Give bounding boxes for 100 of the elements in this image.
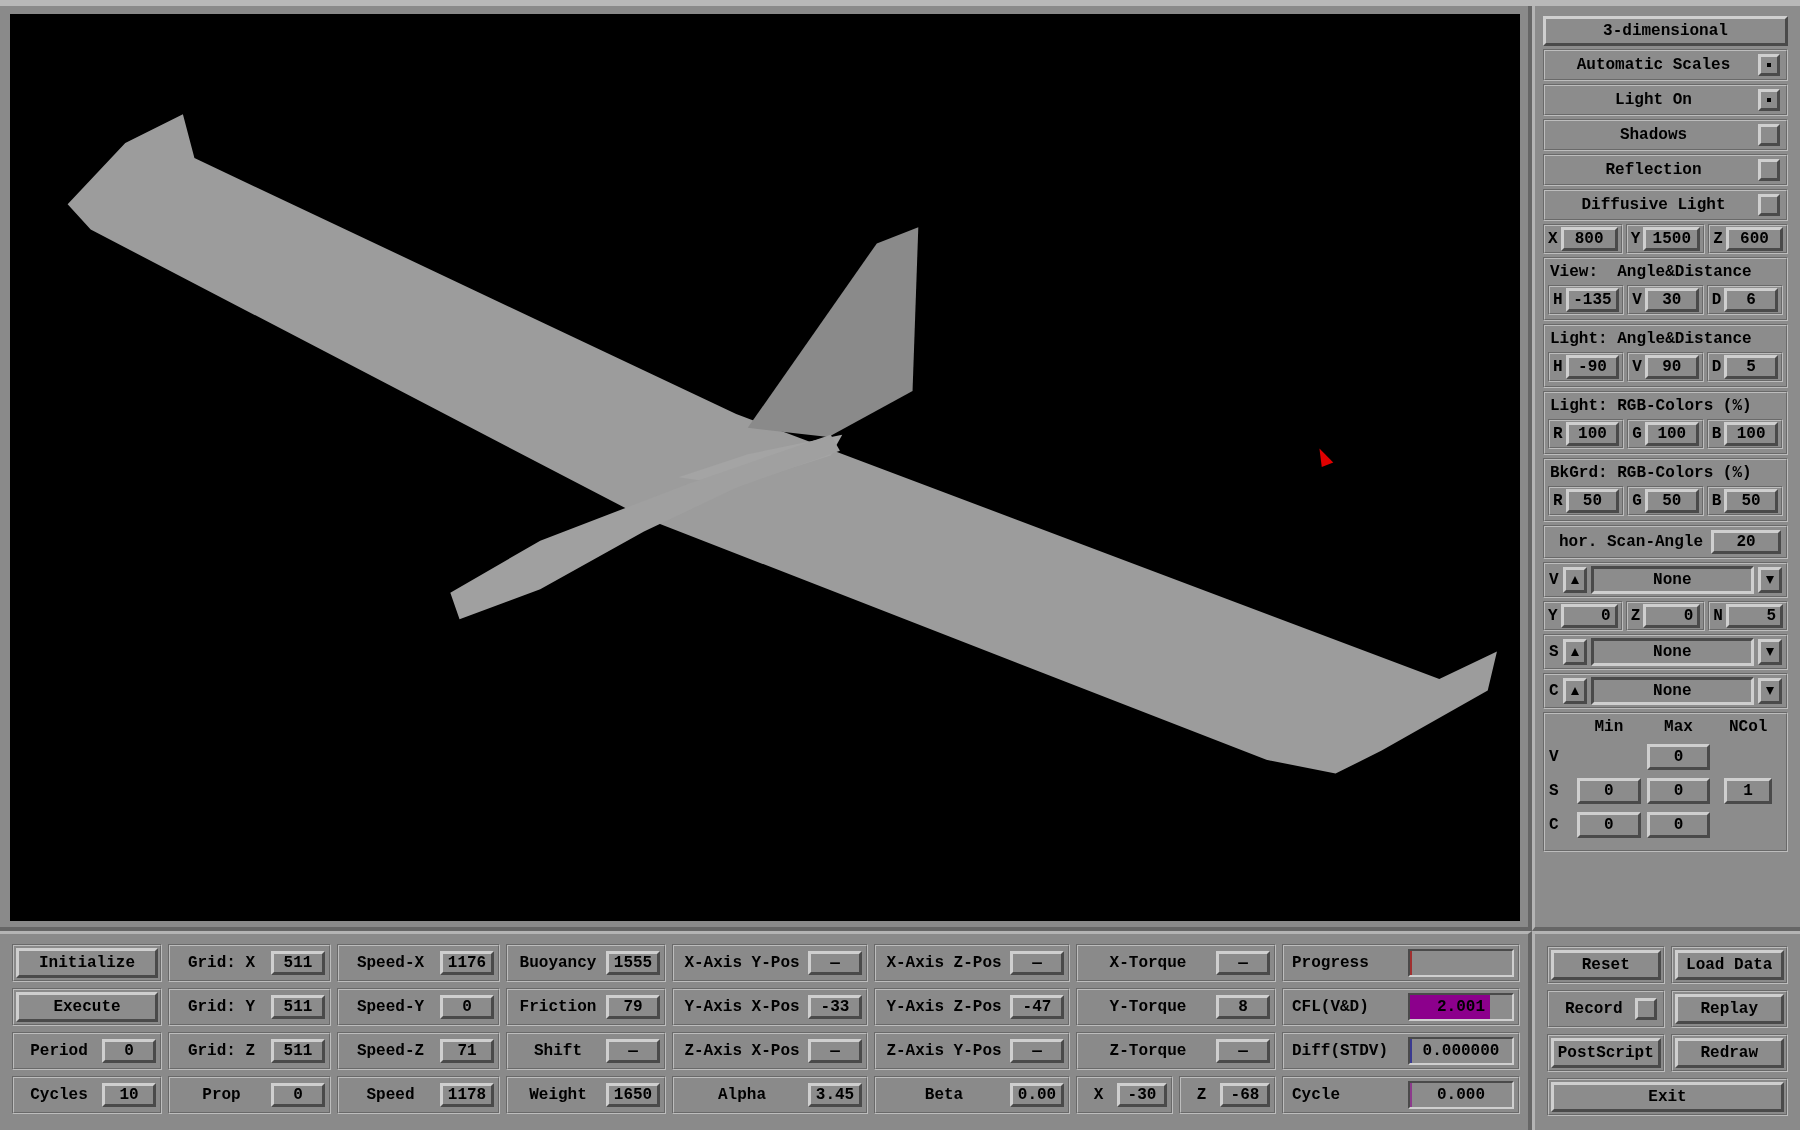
down-button[interactable] [1758,678,1782,704]
value-field[interactable]: — [606,1039,660,1064]
up-button[interactable] [1562,678,1587,704]
value-field[interactable]: 20 [1711,530,1781,554]
field-label: B [1711,425,1722,443]
value-field[interactable]: 3.45 [808,1083,862,1108]
3d-viewport[interactable] [10,14,1520,922]
toggle-row[interactable]: Record [1547,990,1665,1029]
group-title: BkGrd: RGB-Colors (%) [1549,463,1753,484]
value-field[interactable]: 8 [1216,995,1270,1020]
field-label: R [1553,425,1563,443]
action-button[interactable]: Load Data [1674,950,1784,981]
value-field[interactable]: -68 [1220,1083,1270,1108]
value-field[interactable]: 511 [271,1039,325,1064]
toggle-row[interactable]: Diffusive Light [1543,189,1788,221]
value-field[interactable]: 0.00 [1010,1083,1064,1108]
up-button[interactable] [1562,639,1587,665]
parameter-label: Speed-X [355,954,426,973]
value-field[interactable]: 0 [1646,778,1711,804]
value-field[interactable]: 30 [1644,288,1699,312]
value-field[interactable]: 100 [1565,422,1620,446]
value-field[interactable]: -47 [1010,995,1064,1020]
value-field[interactable]: 50 [1724,489,1778,513]
value-field[interactable]: 5 [1724,355,1778,379]
checkbox[interactable] [1758,89,1780,111]
value-field[interactable]: — [1010,1039,1064,1064]
selector-label: V [1549,571,1559,589]
value-field[interactable]: -30 [1117,1083,1167,1108]
down-button[interactable] [1758,567,1782,593]
value-field[interactable]: — [1010,951,1064,976]
value-field[interactable]: 511 [271,951,325,976]
action-button[interactable]: Replay [1674,994,1784,1025]
value-field[interactable]: -90 [1565,355,1620,379]
up-button[interactable] [1562,567,1587,593]
down-triangle-icon [1765,686,1775,696]
checkbox[interactable] [1634,998,1657,1021]
value-field[interactable]: — [808,1039,862,1064]
checkbox[interactable] [1758,159,1780,181]
value-field[interactable]: 800 [1560,227,1618,251]
value-field[interactable]: 79 [606,995,660,1020]
parameter-label: Friction [518,998,598,1017]
value-field[interactable]: 100 [1644,422,1699,446]
value-field[interactable]: — [808,951,862,976]
value-field[interactable]: 1178 [440,1083,494,1108]
selector-value[interactable]: None [1590,677,1754,705]
value-field[interactable]: 511 [271,995,325,1020]
value-field[interactable]: — [1216,951,1270,976]
action-button[interactable]: Execute [16,992,158,1023]
toggle-row[interactable]: Light On [1543,84,1788,116]
field-label: N [1713,607,1723,625]
selector-value[interactable]: None [1590,566,1754,594]
value-field[interactable]: 600 [1725,227,1783,251]
value-field[interactable]: 0 [1643,604,1701,628]
toggle-label: Diffusive Light [1580,196,1727,214]
value-field[interactable]: 0 [102,1039,156,1064]
pointer-icon [1319,448,1334,467]
value-field[interactable]: 100 [1724,422,1778,446]
checkbox[interactable] [1758,54,1780,76]
toggle-row[interactable]: Automatic Scales [1543,49,1788,81]
value-field[interactable]: 1176 [440,951,494,976]
value-field[interactable]: 10 [102,1083,156,1108]
field-label: H [1553,358,1563,376]
action-button[interactable]: Redraw [1674,1038,1784,1069]
down-button[interactable] [1758,639,1782,665]
meter-value: 2.001 [1436,998,1486,1017]
value-field[interactable]: 1555 [606,951,660,976]
value-field[interactable]: 1500 [1643,227,1701,251]
toggle-row[interactable]: Reflection [1543,154,1788,186]
value-field[interactable]: 50 [1644,489,1699,513]
value-field[interactable]: 0 [1560,604,1618,628]
value-field[interactable]: 1 [1724,778,1772,804]
value-field[interactable]: 71 [440,1039,494,1064]
value-field[interactable]: — [1216,1039,1270,1064]
group-title: Light: RGB-Colors (%) [1549,396,1753,417]
mode-button[interactable]: 3-dimensional [1543,16,1788,46]
checkbox[interactable] [1758,194,1780,216]
value-field[interactable]: 5 [1725,604,1783,628]
value-field[interactable]: 0 [1646,744,1711,770]
parameter-label: X [1092,1086,1105,1105]
up-triangle-icon [1569,575,1580,585]
parameter-label: Shift [533,1042,583,1061]
value-field[interactable]: 1650 [606,1083,660,1108]
checkbox[interactable] [1758,124,1780,146]
value-field[interactable]: 0 [1577,812,1641,838]
action-button[interactable]: Initialize [16,948,158,979]
value-field[interactable]: 90 [1644,355,1699,379]
down-triangle-icon [1765,647,1775,657]
selector-value[interactable]: None [1590,638,1754,666]
value-field[interactable]: -33 [808,995,862,1020]
value-field[interactable]: -135 [1565,288,1620,312]
value-field[interactable]: 0 [1646,812,1711,838]
value-field[interactable]: 0 [440,995,494,1020]
action-button[interactable]: Reset [1551,950,1661,981]
value-field[interactable]: 0 [1577,778,1641,804]
value-field[interactable]: 6 [1724,288,1778,312]
value-field[interactable]: 0 [271,1083,325,1108]
toggle-row[interactable]: Shadows [1543,119,1788,151]
exit-button[interactable]: Exit [1551,1082,1784,1113]
action-button[interactable]: PostScript [1551,1038,1661,1069]
value-field[interactable]: 50 [1565,489,1620,513]
